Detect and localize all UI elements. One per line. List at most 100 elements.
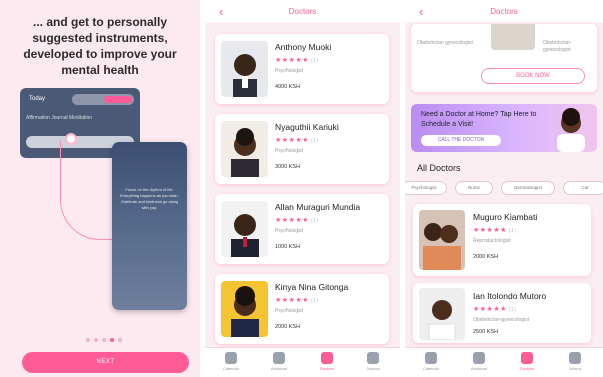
section-title: All Doctors	[417, 163, 461, 173]
doctor-name: Kinya Nina Gitonga	[275, 282, 349, 292]
mock-connector-line	[60, 140, 120, 240]
rating-stars: ★★★★★ (1)	[275, 216, 319, 224]
mock-tabs: Affirmation Journal Meditation	[26, 115, 93, 121]
mock-slider-knob	[65, 133, 77, 145]
doctor-specialty: Obstetrician-gynecologist	[543, 40, 572, 53]
rating-stars: ★★★★★ (1)	[275, 56, 319, 64]
doctor-card[interactable]: Allan Muraguri Mundia ★★★★★ (1) Psycholog…	[215, 194, 389, 264]
bottom-navigation: Calendar Assistant Doctors Journal	[205, 347, 400, 377]
page-dot[interactable]	[118, 338, 122, 342]
app-showcase: ... and get to personally suggested inst…	[0, 0, 603, 377]
doctor-card[interactable]: Anthony Muoki ★★★★★ (1) Psychologist 4000…	[215, 34, 389, 104]
banner-text: Need a Doctor at Home? Tap Here to Sched…	[421, 111, 537, 128]
star-icons: ★★★★★	[275, 137, 309, 144]
calendar-icon	[425, 352, 437, 364]
nav-label: Calendar	[422, 366, 440, 371]
chip-psychologist[interactable]: Psychologist	[405, 181, 447, 195]
page-dot-active[interactable]	[110, 338, 114, 342]
nav-label: Doctors	[320, 366, 334, 371]
nav-label: Journal	[366, 366, 380, 371]
featured-doctor-card[interactable]: Obstetrician gynecologist Obstetrician-g…	[411, 24, 597, 92]
nav-assistant[interactable]: Assistant	[461, 352, 497, 371]
doctor-name: Anthony Muoki	[275, 42, 332, 52]
page-title: Doctors	[288, 7, 317, 16]
rating-stars: ★★★★★ (1)	[473, 305, 517, 313]
nav-doctors[interactable]: Doctors	[309, 352, 345, 371]
heart-icon	[473, 352, 485, 364]
call-doctor-button[interactable]: CALL THE DOCTOR	[421, 135, 501, 146]
page-title: Doctors	[490, 7, 518, 16]
calendar-icon	[225, 352, 237, 364]
doctor-price: 2500 KSH	[473, 329, 499, 335]
doctor-photo	[221, 41, 268, 97]
doctor-specialty: Obstetrician-gynecologist	[473, 317, 530, 323]
chip-nurse[interactable]: Nurse	[455, 181, 493, 195]
page-dot[interactable]	[102, 338, 106, 342]
nav-journal[interactable]: Journal	[355, 352, 391, 371]
nav-label: Journal	[568, 366, 582, 371]
doctor-name: Muguro Kiambati	[473, 212, 538, 222]
heart-icon	[273, 352, 285, 364]
nav-journal[interactable]: Journal	[557, 352, 593, 371]
doctor-card[interactable]: Muguro Kiambati ★★★★★ (1) Reproductologis…	[413, 204, 591, 276]
rating-count: (1)	[310, 58, 319, 64]
doctor-specialty: Psychologist	[275, 308, 304, 314]
rating-count: (1)	[310, 298, 319, 304]
mock-toggle-knob	[104, 96, 132, 103]
page-indicator	[86, 338, 122, 342]
top-bar: ‹ Doctors	[205, 0, 400, 22]
star-icons: ★★★★★	[275, 297, 309, 304]
journal-icon	[569, 352, 581, 364]
chip-cardiologist[interactable]: Car	[563, 181, 603, 195]
doctor-specialty: Reproductologist	[473, 238, 511, 244]
all-doctors-screen: ‹ Doctors Obstetrician gynecologist Obst…	[405, 0, 603, 377]
nav-doctors[interactable]: Doctors	[509, 352, 545, 371]
category-chips: Psychologist Nurse Dermatologist Car	[405, 181, 603, 195]
onboarding-title: ... and get to personally suggested inst…	[23, 15, 177, 77]
doctor-name: Allan Muraguri Mundia	[275, 202, 361, 212]
page-dot[interactable]	[94, 338, 98, 342]
rating-stars: ★★★★★ (1)	[275, 296, 319, 304]
doctor-price: 4000 KSH	[275, 84, 301, 90]
doctor-photo	[491, 24, 535, 50]
doctor-photo	[221, 281, 268, 337]
doctor-specialty: Psychologist	[275, 228, 304, 234]
nav-label: Assistant	[270, 366, 288, 371]
rating-stars: ★★★★★ (1)	[275, 136, 319, 144]
mock-phone-preview: Focus on the rhythm of life. Everything …	[112, 142, 187, 310]
doctor-price: 3000 KSH	[275, 164, 301, 170]
nav-calendar[interactable]: Calendar	[213, 352, 249, 371]
medical-cross-icon	[321, 352, 333, 364]
rating-count: (1)	[310, 218, 319, 224]
doctor-price: 2000 KSH	[473, 254, 499, 260]
onboarding-screen: ... and get to personally suggested inst…	[0, 0, 200, 377]
home-visit-banner[interactable]: Need a Doctor at Home? Tap Here to Sched…	[411, 104, 597, 152]
star-icons: ★★★★★	[473, 227, 507, 234]
star-icons: ★★★★★	[473, 306, 507, 313]
bottom-navigation: Calendar Assistant Doctors Journal	[405, 347, 603, 377]
doctor-name: Nyaguthii Kariuki	[275, 122, 339, 132]
book-now-button[interactable]: BOOK NOW	[481, 68, 585, 84]
nav-assistant[interactable]: Assistant	[261, 352, 297, 371]
doctor-card[interactable]: Kinya Nina Gitonga ★★★★★ (1) Psychologist…	[215, 274, 389, 344]
mock-today-label: Today	[29, 96, 46, 102]
doctor-photo	[419, 288, 465, 340]
doctor-photo	[419, 210, 465, 270]
doctor-specialty: Psychologist	[275, 148, 304, 154]
rating-count: (1)	[508, 228, 517, 234]
banner-doctor-photo	[551, 106, 591, 152]
rating-count: (1)	[310, 138, 319, 144]
doctor-card[interactable]: Ian Itolondo Mutoro ★★★★★ (1) Obstetricia…	[413, 283, 591, 343]
star-icons: ★★★★★	[275, 217, 309, 224]
page-dot[interactable]	[86, 338, 90, 342]
rating-count: (1)	[508, 307, 517, 313]
nav-calendar[interactable]: Calendar	[413, 352, 449, 371]
doctor-specialty: Psychologist	[275, 68, 304, 74]
chip-dermatologist[interactable]: Dermatologist	[501, 181, 555, 195]
nav-label: Calendar	[222, 366, 240, 371]
doctor-card[interactable]: Nyaguthii Kariuki ★★★★★ (1) Psychologist …	[215, 114, 389, 184]
next-button[interactable]: NEXT	[22, 352, 189, 373]
doctor-name: Ian Itolondo Mutoro	[473, 291, 547, 301]
doctor-photo	[221, 201, 268, 257]
medical-cross-icon	[521, 352, 533, 364]
